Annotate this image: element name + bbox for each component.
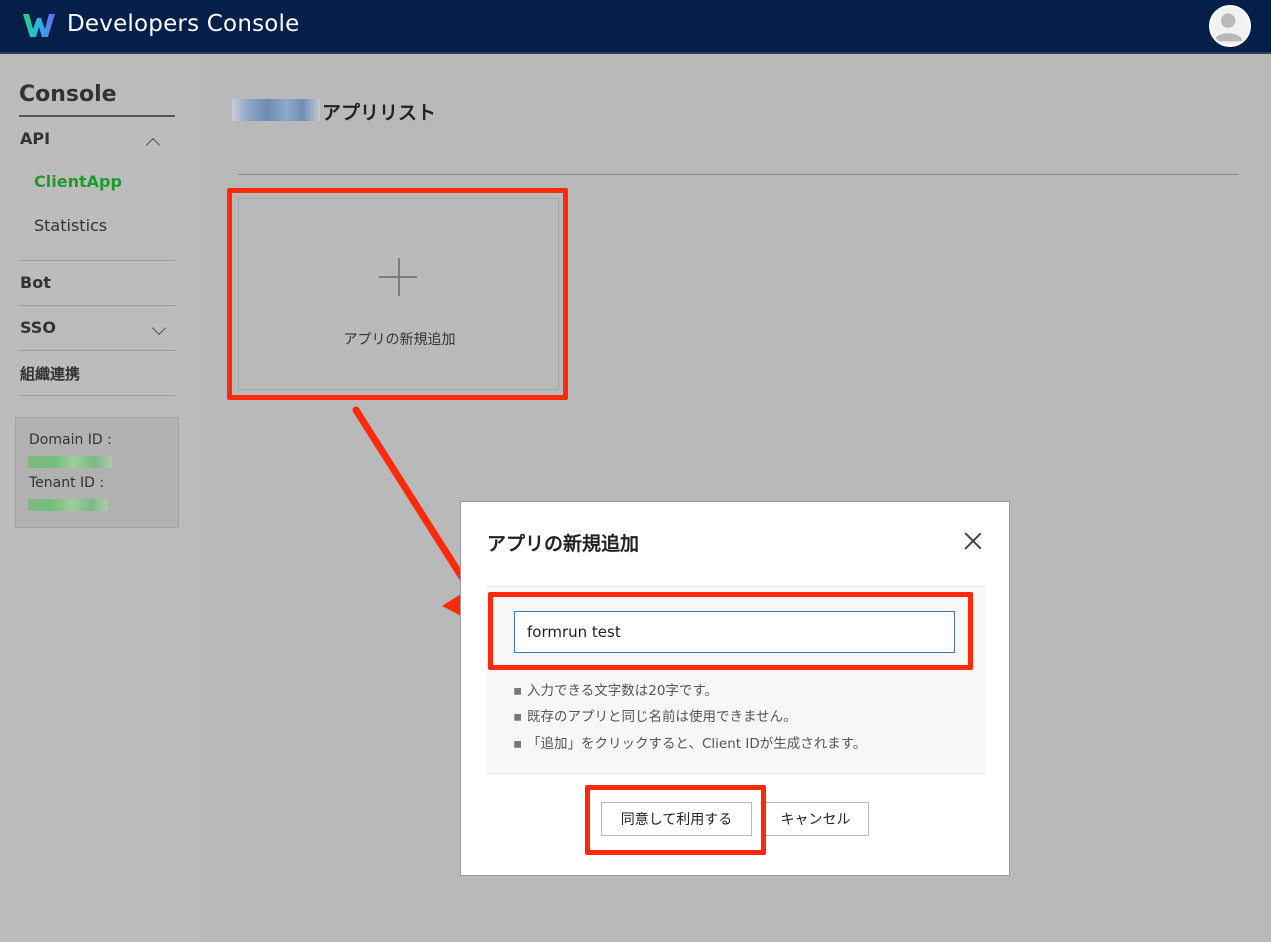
sidebar-title-divider <box>19 115 175 117</box>
highlight-agree-button <box>585 785 766 855</box>
sidebar-divider <box>19 260 175 261</box>
sidebar-title: Console <box>19 82 117 107</box>
sidebar-item-statistics[interactable]: Statistics <box>34 216 107 235</box>
sidebar-item-sso[interactable]: SSO <box>20 318 56 337</box>
works-logo-icon[interactable] <box>22 12 56 38</box>
page-title: アプリリスト <box>322 102 437 124</box>
sidebar: Console API ClientApp Statistics Bot SSO… <box>0 56 200 942</box>
cancel-button[interactable]: キャンセル <box>762 802 869 836</box>
domain-name-redacted <box>232 99 320 121</box>
highlight-name-input <box>488 592 973 670</box>
domain-info-panel: Domain ID : Tenant ID : <box>15 417 179 528</box>
domain-id-value-redacted <box>28 456 112 468</box>
sidebar-divider <box>19 395 175 396</box>
sidebar-item-bot[interactable]: Bot <box>20 273 51 292</box>
page-title-divider <box>238 174 1238 175</box>
sidebar-divider <box>19 305 175 306</box>
sidebar-divider <box>19 350 175 351</box>
sidebar-item-clientapp[interactable]: ClientApp <box>34 172 122 191</box>
dialog-title: アプリの新規追加 <box>487 533 640 555</box>
note-item: ▪ 既存のアプリと同じ名前は使用できません。 <box>513 709 797 725</box>
domain-id-label: Domain ID : <box>29 432 112 448</box>
tenant-id-value-redacted <box>28 499 108 511</box>
sidebar-item-api[interactable]: API <box>20 129 50 148</box>
sidebar-item-org-link[interactable]: 組織連携 <box>20 363 80 384</box>
chevron-up-icon[interactable] <box>145 137 161 153</box>
user-avatar-icon[interactable] <box>1209 5 1251 47</box>
app-title: Developers Console <box>67 11 300 37</box>
chevron-down-icon[interactable] <box>151 320 167 336</box>
note-item: ▪ 「追加」をクリックすると、Client IDが生成されます。 <box>513 736 867 752</box>
note-item: ▪ 入力できる文字数は20字です。 <box>513 683 719 699</box>
tenant-id-label: Tenant ID : <box>29 475 105 491</box>
highlight-add-card <box>227 188 568 400</box>
close-icon[interactable] <box>963 531 983 551</box>
top-header: Developers Console <box>0 0 1271 54</box>
